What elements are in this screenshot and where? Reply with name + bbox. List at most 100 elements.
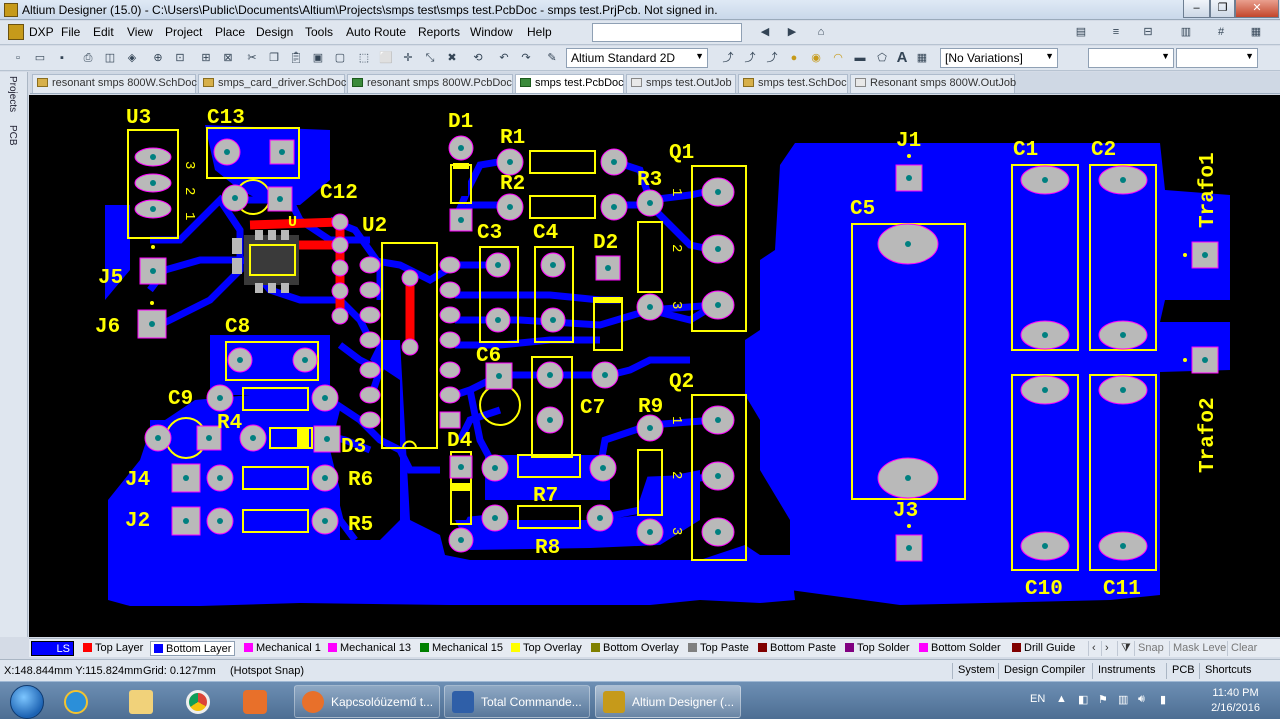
zoom-selected-icon[interactable]: ⊞ [198,50,214,66]
pinned-explorer[interactable] [121,685,161,718]
tab-resonant-smps-pcbdoc[interactable]: resonant smps 800W.PcbDoc [347,74,513,93]
undo-icon[interactable]: ↶ [496,50,512,66]
print-preview-icon[interactable]: ◫ [102,50,118,66]
layer-bottom-paste[interactable]: Bottom Paste [758,641,836,656]
tray-expand-icon[interactable]: ▲ [1056,693,1067,705]
layer-top-overlay[interactable]: Top Overlay [511,641,582,656]
design-compiler-button[interactable]: Design Compiler [998,663,1090,679]
shortcuts-button[interactable]: Shortcuts [1199,663,1256,679]
menu-view[interactable]: View [127,25,153,39]
paste-icon[interactable]: 📋︎ [288,50,304,66]
menu-tools[interactable]: Tools [305,25,333,39]
tab-smps-test-outjob[interactable]: smps test.OutJob [626,74,736,93]
menu-reports[interactable]: Reports [418,25,460,39]
view-mode-select[interactable]: Altium Standard 2D ▼ [566,48,708,68]
grid-icon[interactable]: # [1213,24,1229,40]
diff-pair-route-icon[interactable]: ⤴ [742,50,758,66]
task-firefox[interactable]: Kapcsolóüzemű t... [294,685,440,718]
clock[interactable]: 11:40 PM 2/16/2016 [1211,686,1260,716]
start-button[interactable] [10,685,44,719]
tray-app-icon[interactable]: ◧ [1078,693,1088,706]
zoom-filter-icon[interactable]: ⊠ [220,50,236,66]
mask-level-button[interactable]: Mask Level [1169,641,1232,656]
zoom-fit-icon[interactable]: ⊕ [150,50,166,66]
filter-select[interactable]: ▼ [1088,48,1174,68]
layer-bottom-overlay[interactable]: Bottom Overlay [591,641,679,656]
layer-mechanical-1[interactable]: Mechanical 1 [244,641,321,656]
open-icon[interactable]: ▭ [32,50,48,66]
tab-resonant-smps-outjob[interactable]: Resonant smps 800W.OutJob [850,74,1016,93]
menu-dxp[interactable]: DXP [29,25,54,39]
rubber-stamp-icon[interactable]: ▣ [310,50,326,66]
path-combo[interactable] [592,23,742,42]
tab-smps-card-driver-schdoc[interactable]: smps_card_driver.SchDoc [198,74,346,93]
place-string-icon[interactable]: A [894,50,910,66]
menu-window[interactable]: Window [470,25,513,39]
power-icon[interactable]: ▮ [1160,693,1166,706]
layer-set-ls[interactable]: LS [31,641,74,656]
layer-mechanical-15[interactable]: Mechanical 15 [420,641,503,656]
select-inside-icon[interactable]: ⬜ [378,50,394,66]
home-icon[interactable]: ⌂ [813,24,829,40]
layer-bottom-solder[interactable]: Bottom Solder [919,641,1001,656]
pinned-media-player[interactable] [235,685,275,718]
copy-icon[interactable]: ❐ [266,50,282,66]
align-icon[interactable]: ⊟ [1140,24,1156,40]
back-icon[interactable]: ◀ [757,24,773,40]
snap-button[interactable]: Snap [1134,641,1167,656]
print-icon[interactable]: ⎙ [80,50,96,66]
pcb-panel-button[interactable]: PCB [1166,663,1200,679]
menu-project[interactable]: Project [165,25,202,39]
system-panel-button[interactable]: System [952,663,1000,679]
view-config-icon[interactable]: ▤ [1073,24,1089,40]
menu-auto-route[interactable]: Auto Route [346,25,406,39]
rooms-icon[interactable]: ▦ [1248,24,1264,40]
clear-filter-icon[interactable]: ✖ [444,50,460,66]
side-tab-pcb[interactable]: PCB [7,125,18,146]
pinned-internet-explorer[interactable] [56,685,96,718]
network-icon[interactable]: ▥ [1118,693,1128,706]
select-all-icon[interactable]: ▢ [332,50,348,66]
place-via-icon[interactable]: ◉ [808,50,824,66]
menu-edit[interactable]: Edit [93,25,114,39]
place-polygon-icon[interactable]: ⬠ [874,50,890,66]
pinned-chrome[interactable] [178,685,218,718]
close-button[interactable]: ✕ [1235,0,1279,18]
volume-icon[interactable]: 🔊︎ [1138,693,1145,706]
side-tab-projects[interactable]: Projects [7,76,18,112]
select-area-icon[interactable]: ⬚ [356,50,372,66]
instruments-button[interactable]: Instruments [1092,663,1160,679]
minimize-button[interactable]: – [1183,0,1210,18]
task-total-commander[interactable]: Total Commande... [444,685,590,718]
crossprobe-icon[interactable]: ⟲ [470,50,486,66]
new-icon[interactable]: ▫ [10,50,26,66]
browse-components-icon[interactable]: ✎ [544,50,560,66]
layer-scroll-left-icon[interactable]: ‹ [1088,641,1099,656]
layer-bottom-layer[interactable]: Bottom Layer [150,641,236,656]
place-fill-icon[interactable]: ▬ [852,50,868,66]
menu-file[interactable]: File [61,25,80,39]
deselect-icon[interactable]: ⤡ [422,50,438,66]
forward-icon[interactable]: ▶ [784,24,800,40]
clear-button[interactable]: Clear [1227,641,1260,656]
language-indicator[interactable]: EN [1030,693,1045,705]
maximize-button[interactable]: ❐ [1210,0,1235,18]
layer-top-paste[interactable]: Top Paste [688,641,749,656]
zoom-area-icon[interactable]: ⊡ [172,50,188,66]
layer-filter-icon[interactable]: ⧩ [1117,641,1134,656]
cut-icon[interactable]: ✂ [244,50,260,66]
flag-icon[interactable]: ⚑ [1098,693,1108,706]
move-icon[interactable]: ✛ [400,50,416,66]
layer-scroll-right-icon[interactable]: › [1101,641,1112,656]
tab-resonant-smps-schdoc[interactable]: resonant smps 800W.SchDoc [32,74,197,93]
interactive-route-icon[interactable]: ⤴ [720,50,736,66]
distribute-icon[interactable]: ▥ [1178,24,1194,40]
tab-smps-test-schdoc[interactable]: smps test.SchDoc [738,74,848,93]
menu-design[interactable]: Design [256,25,293,39]
place-component-icon[interactable]: ▦ [914,50,930,66]
tab-smps-test-pcbdoc[interactable]: smps test.PcbDoc [515,74,624,93]
layer-drill-guide[interactable]: Drill Guide [1012,641,1075,656]
layer-top-layer[interactable]: Top Layer [83,641,143,656]
variations-select[interactable]: [No Variations] ▼ [940,48,1058,68]
layer-top-solder[interactable]: Top Solder [845,641,910,656]
